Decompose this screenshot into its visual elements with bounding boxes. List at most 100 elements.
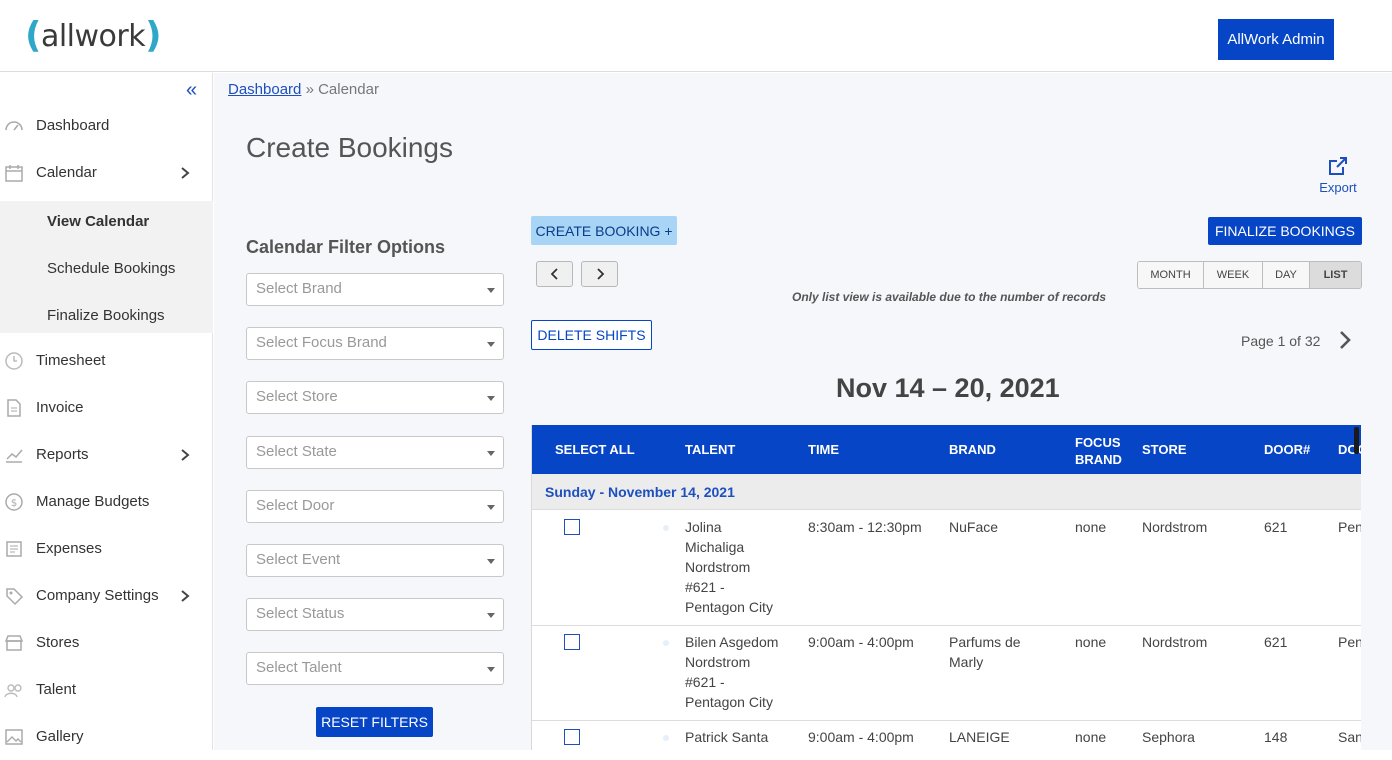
sidebar-item-talent[interactable]: Talent: [0, 666, 213, 713]
store-cell: Nordstrom: [1142, 519, 1208, 535]
sidebar-item-label: Expenses: [36, 540, 102, 557]
caret-down-icon: [487, 451, 495, 456]
sidebar-item-label: Company Settings: [36, 587, 159, 604]
list-view-note: Only list view is available due to the n…: [792, 290, 1107, 304]
chevron-right-icon: [181, 448, 190, 461]
talent-line: Jolina: [685, 519, 722, 535]
main-content: Dashboard » Calendar Create Bookings Exp…: [214, 73, 1392, 750]
reset-filters-button[interactable]: RESET FILTERS: [316, 707, 433, 737]
talent-cell: Patrick Santa: [685, 727, 768, 747]
status-dot-icon: [663, 640, 669, 646]
select-door[interactable]: Select Door: [246, 490, 504, 523]
talent-cell: Jolina Michaliga Nordstrom #621 - Pentag…: [685, 517, 795, 617]
row-checkbox[interactable]: [564, 729, 580, 745]
select-event[interactable]: Select Event: [246, 544, 504, 577]
delete-shifts-button[interactable]: DELETE SHIFTS: [531, 320, 652, 350]
sidebar-item-reports[interactable]: Reports: [0, 431, 213, 478]
row-checkbox[interactable]: [564, 634, 580, 650]
sidebar: « Dashboard Calendar View Calendar Sched…: [0, 73, 213, 750]
receipt-icon: [6, 540, 22, 557]
breadcrumb-current: » Calendar: [305, 81, 379, 98]
breadcrumb-dashboard-link[interactable]: Dashboard: [228, 81, 301, 98]
select-state[interactable]: Select State: [246, 436, 504, 469]
sidebar-item-label: Timesheet: [36, 352, 106, 369]
column-header-store: STORE: [1142, 442, 1187, 457]
talent-line: Pentagon City: [685, 694, 773, 710]
status-dot-icon: [663, 525, 669, 531]
door-cell: 621: [1264, 519, 1288, 535]
next-week-button[interactable]: [581, 261, 618, 287]
sidebar-item-stores[interactable]: Stores: [0, 619, 213, 666]
sidebar-item-label: Reports: [36, 446, 89, 463]
collapse-sidebar-icon[interactable]: «: [186, 79, 197, 102]
select-status[interactable]: Select Status: [246, 598, 504, 631]
time-cell: 9:00am - 4:00pm: [808, 729, 914, 745]
select-store[interactable]: Select Store: [246, 381, 504, 414]
store-cell: Nordstrom: [1142, 634, 1208, 650]
select-talent[interactable]: Select Talent: [246, 652, 504, 685]
sidebar-item-company-settings[interactable]: Company Settings: [0, 572, 213, 619]
brand-cell: NuFace: [949, 517, 998, 537]
table-row[interactable]: Patrick Santa 9:00am - 4:00pm LANEIGE no…: [532, 721, 1361, 750]
submenu-schedule-bookings[interactable]: Schedule Bookings: [47, 260, 175, 277]
talent-line: Michaliga: [685, 539, 745, 555]
brand-line: Parfums de: [949, 634, 1021, 650]
row-checkbox[interactable]: [564, 519, 580, 535]
table-row[interactable]: Jolina Michaliga Nordstrom #621 - Pentag…: [532, 510, 1361, 626]
talent-line: Nordstrom: [685, 559, 751, 575]
brand-line: NuFace: [949, 519, 999, 535]
talent-line: Bilen Asgedom: [685, 634, 779, 650]
chevron-left-icon: [550, 268, 558, 280]
overflow-cell: Pen: [1338, 634, 1361, 650]
horizontal-scroll-handle[interactable]: [1354, 427, 1359, 454]
external-link-icon: [1329, 157, 1347, 175]
submenu-view-calendar[interactable]: View Calendar: [47, 213, 149, 230]
sidebar-item-label: Calendar: [36, 164, 97, 181]
table-header: SELECT ALL TALENT TIME BRAND FOCUS BRAND…: [532, 425, 1361, 474]
door-cell: 148: [1264, 729, 1288, 745]
talent-line: #621 -: [685, 674, 725, 690]
select-all-header[interactable]: SELECT ALL: [555, 442, 635, 457]
caret-down-icon: [487, 613, 495, 618]
talent-line: Pentagon City: [685, 599, 773, 615]
submenu-finalize-bookings[interactable]: Finalize Bookings: [47, 307, 165, 324]
sidebar-item-dashboard[interactable]: Dashboard: [0, 102, 213, 149]
view-day-button[interactable]: DAY: [1263, 262, 1310, 288]
focus-brand-cell: none: [1075, 519, 1107, 535]
view-list-button[interactable]: LIST: [1310, 262, 1361, 288]
brand-cell: LANEIGE: [949, 727, 1010, 747]
allwork-logo[interactable]: (allwork): [25, 14, 162, 56]
sidebar-item-label: Talent: [36, 681, 77, 698]
clock-icon: [5, 351, 23, 370]
column-header-focus-brand: FOCUS BRAND: [1075, 435, 1122, 467]
chevron-right-icon: [181, 589, 190, 602]
sidebar-item-label: Stores: [36, 634, 80, 651]
view-week-button[interactable]: WEEK: [1204, 262, 1263, 288]
chevron-right-icon: [181, 166, 190, 179]
talent-line: #621 -: [685, 579, 725, 595]
filter-title: Calendar Filter Options: [246, 237, 446, 257]
finalize-bookings-button[interactable]: FINALIZE BOOKINGS: [1208, 217, 1362, 245]
create-booking-button[interactable]: CREATE BOOKING +: [531, 216, 677, 245]
prev-week-button[interactable]: [536, 261, 573, 287]
table-row[interactable]: Bilen Asgedom Nordstrom #621 - Pentagon …: [532, 626, 1361, 721]
select-brand[interactable]: Select Brand: [246, 273, 504, 306]
select-focus-brand[interactable]: Select Focus Brand: [246, 327, 504, 360]
select-placeholder: Select Brand: [256, 280, 342, 297]
sidebar-item-calendar[interactable]: Calendar: [0, 149, 213, 196]
sidebar-item-timesheet[interactable]: Timesheet: [0, 337, 213, 384]
select-placeholder: Select Talent: [256, 659, 342, 676]
gauge-icon: [5, 120, 23, 130]
document-icon: [7, 398, 21, 417]
view-month-button[interactable]: MONTH: [1138, 262, 1204, 288]
next-page-icon[interactable]: [1338, 329, 1352, 357]
sidebar-item-gallery[interactable]: Gallery: [0, 713, 213, 760]
sidebar-item-invoice[interactable]: Invoice: [0, 384, 213, 431]
sidebar-item-expenses[interactable]: Expenses: [0, 525, 213, 572]
store-icon: [4, 634, 24, 651]
overflow-cell: San: [1338, 729, 1361, 745]
sidebar-item-manage-budgets[interactable]: $ Manage Budgets: [0, 478, 213, 525]
admin-menu-button[interactable]: AllWork Admin: [1218, 19, 1334, 60]
export-button[interactable]: Export: [1318, 155, 1358, 195]
image-icon: [5, 728, 23, 745]
